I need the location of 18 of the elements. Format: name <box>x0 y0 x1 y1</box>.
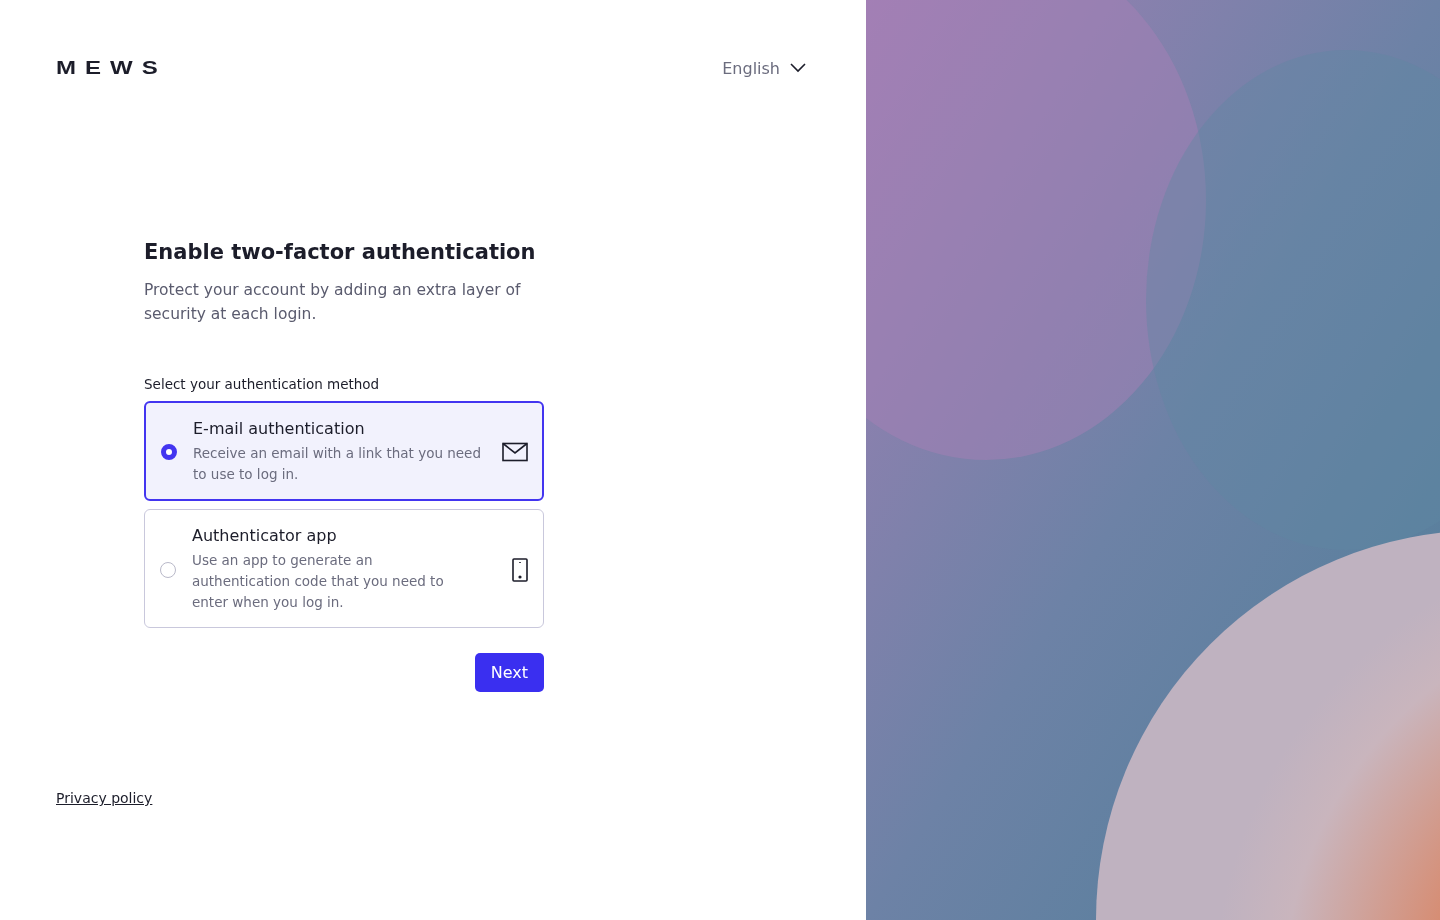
radio-button[interactable] <box>161 444 177 460</box>
language-select[interactable]: English <box>722 58 806 78</box>
envelope-icon <box>502 442 528 462</box>
method-option[interactable]: Authenticator app Use an app to generate an authentication code that you need to enter when you log in. <box>144 509 544 628</box>
option-title: E-mail authentication <box>193 419 366 438</box>
privacy-policy-link[interactable]: Privacy policy <box>56 790 153 806</box>
radio-button[interactable] <box>160 561 176 578</box>
phone-icon <box>511 557 529 582</box>
option-title: Authenticator app <box>192 526 338 545</box>
method-option[interactable]: E-mail authentication Receive an email with a link that you need to use to log in. <box>144 401 544 501</box>
next-button[interactable]: Next <box>474 653 544 692</box>
chevron-down-icon <box>790 63 806 73</box>
page-subtitle: Protect your account by adding an extra layer of security at each login. <box>144 280 522 325</box>
method-label: Select your authentication method <box>144 376 381 392</box>
option-description: Receive an email with a link that you need to use to log in. <box>193 444 482 484</box>
option-description: Use an app to generate an authentication code that you need to enter when you log in. <box>192 551 445 612</box>
page-title: Enable two-factor authentication <box>144 240 537 264</box>
logo: MEWS <box>56 57 167 79</box>
